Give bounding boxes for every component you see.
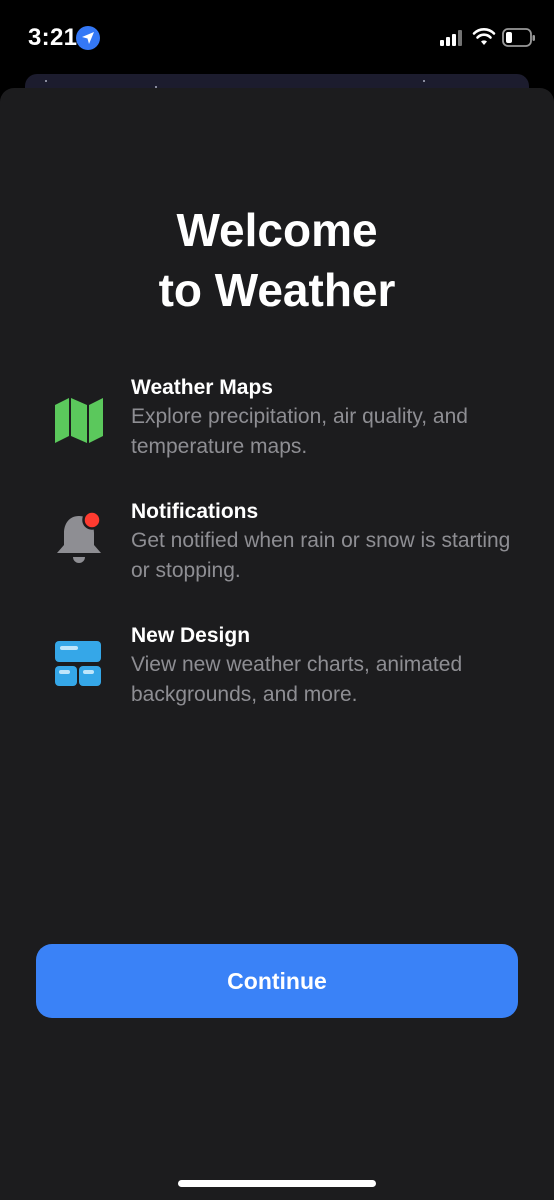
status-time: 3:21 (28, 24, 78, 51)
map-icon (52, 392, 106, 446)
feature-description: Get notified when rain or snow is starti… (131, 529, 511, 582)
feature-title: New Design (131, 624, 251, 647)
weather-welcome-screen: 3:21 Welcome to Weather Weather Maps Exp… (0, 0, 554, 1200)
layout-blocks-icon (52, 638, 106, 692)
status-bar: 3:21 (0, 0, 554, 72)
wifi-icon (472, 27, 496, 52)
feature-description: View new weather charts, animated backgr… (131, 653, 463, 706)
feature-weather-maps: Weather Maps Explore precipitation, air … (0, 374, 554, 484)
feature-notifications: Notifications Get notified when rain or … (0, 498, 554, 608)
battery-low-icon (502, 27, 536, 54)
feature-title: Notifications (131, 500, 259, 523)
feature-new-design: New Design View new weather charts, anim… (0, 622, 554, 732)
location-arrow-icon (76, 26, 100, 50)
welcome-title-line-1: Welcome (176, 204, 378, 256)
home-indicator[interactable] (178, 1180, 376, 1187)
welcome-title-line-2: to Weather (158, 264, 396, 316)
feature-description: Explore precipitation, air quality, and … (131, 405, 468, 458)
welcome-title: Welcome to Weather (0, 200, 554, 320)
welcome-sheet: Welcome to Weather Weather Maps Explore … (0, 88, 554, 1200)
signal-bars-icon (440, 30, 464, 51)
feature-title: Weather Maps (131, 376, 273, 399)
bell-notification-icon (52, 508, 106, 563)
continue-button[interactable]: Continue (36, 944, 518, 1018)
